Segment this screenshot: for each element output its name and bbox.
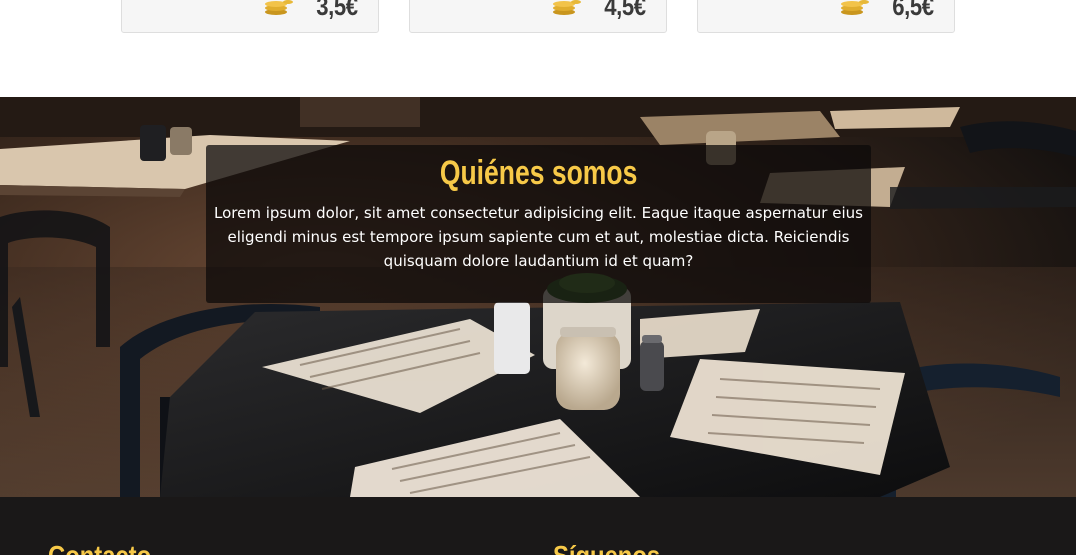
price-cards-row: 3,5€ 4,5€ 6,5€ <box>0 0 1076 97</box>
product-price: 4,5€ <box>604 0 647 21</box>
footer-follow-title: Síguenos <box>553 541 660 555</box>
footer: Contacto Síguenos <box>0 497 1076 555</box>
product-price: 3,5€ <box>316 0 359 21</box>
about-title: Quiénes somos <box>439 154 638 192</box>
coins-icon <box>553 0 581 15</box>
about-section: Quiénes somos Lorem ipsum dolor, sit ame… <box>0 97 1076 497</box>
product-price: 6,5€ <box>892 0 935 21</box>
footer-contact-title: Contacto <box>48 541 151 555</box>
product-card[interactable]: 6,5€ <box>697 0 955 33</box>
about-box: Quiénes somos Lorem ipsum dolor, sit ame… <box>206 145 871 303</box>
about-text: Lorem ipsum dolor, sit amet consectetur … <box>214 204 863 270</box>
product-card[interactable]: 4,5€ <box>409 0 667 33</box>
coins-icon <box>265 0 293 15</box>
product-card[interactable]: 3,5€ <box>121 0 379 33</box>
coins-icon <box>841 0 869 15</box>
